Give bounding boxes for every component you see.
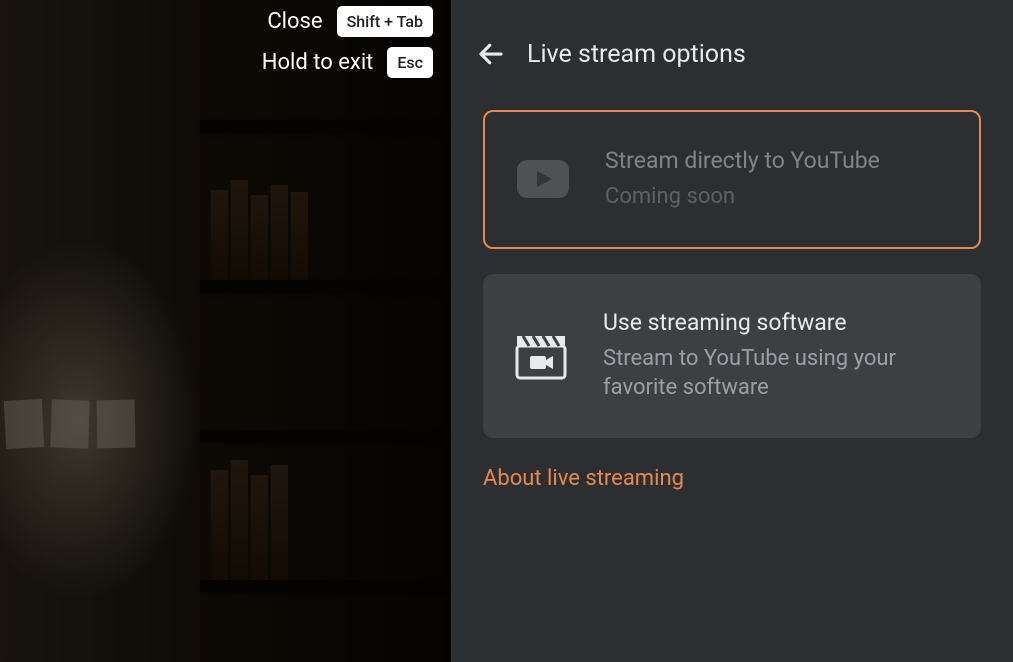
exit-key-badge: Esc [387,47,433,78]
about-live-streaming-link[interactable]: About live streaming [483,466,684,491]
option-software-text: Use streaming software Stream to YouTube… [603,309,949,403]
option-streaming-software[interactable]: Use streaming software Stream to YouTube… [483,274,981,438]
close-hint-row: Close Shift + Tab [262,6,433,37]
arrow-back-icon [476,39,506,69]
clapperboard-camera-icon [515,332,567,380]
close-key-badge: Shift + Tab [337,6,433,37]
youtube-icon [517,155,569,203]
panel-header: Live stream options [451,0,1013,70]
dim-overlay [0,0,451,662]
option-software-title: Use streaming software [603,309,949,336]
close-label: Close [267,9,322,34]
exit-hints: Close Shift + Tab Hold to exit Esc [262,6,433,78]
option-youtube-text: Stream directly to YouTube Coming soon [605,147,880,212]
exit-hint-row: Hold to exit Esc [262,47,433,78]
back-button[interactable] [475,38,507,70]
page-title: Live stream options [527,40,746,69]
exit-label: Hold to exit [262,50,374,75]
option-software-subtitle: Stream to YouTube using your favorite so… [603,344,949,403]
option-youtube-direct[interactable]: Stream directly to YouTube Coming soon [483,110,981,249]
options-panel: Live stream options Stream directly to Y… [451,0,1013,662]
game-background-panel: Close Shift + Tab Hold to exit Esc [0,0,451,662]
option-youtube-subtitle: Coming soon [605,182,880,212]
option-cards: Stream directly to YouTube Coming soon U… [451,70,1013,438]
option-youtube-title: Stream directly to YouTube [605,147,880,174]
